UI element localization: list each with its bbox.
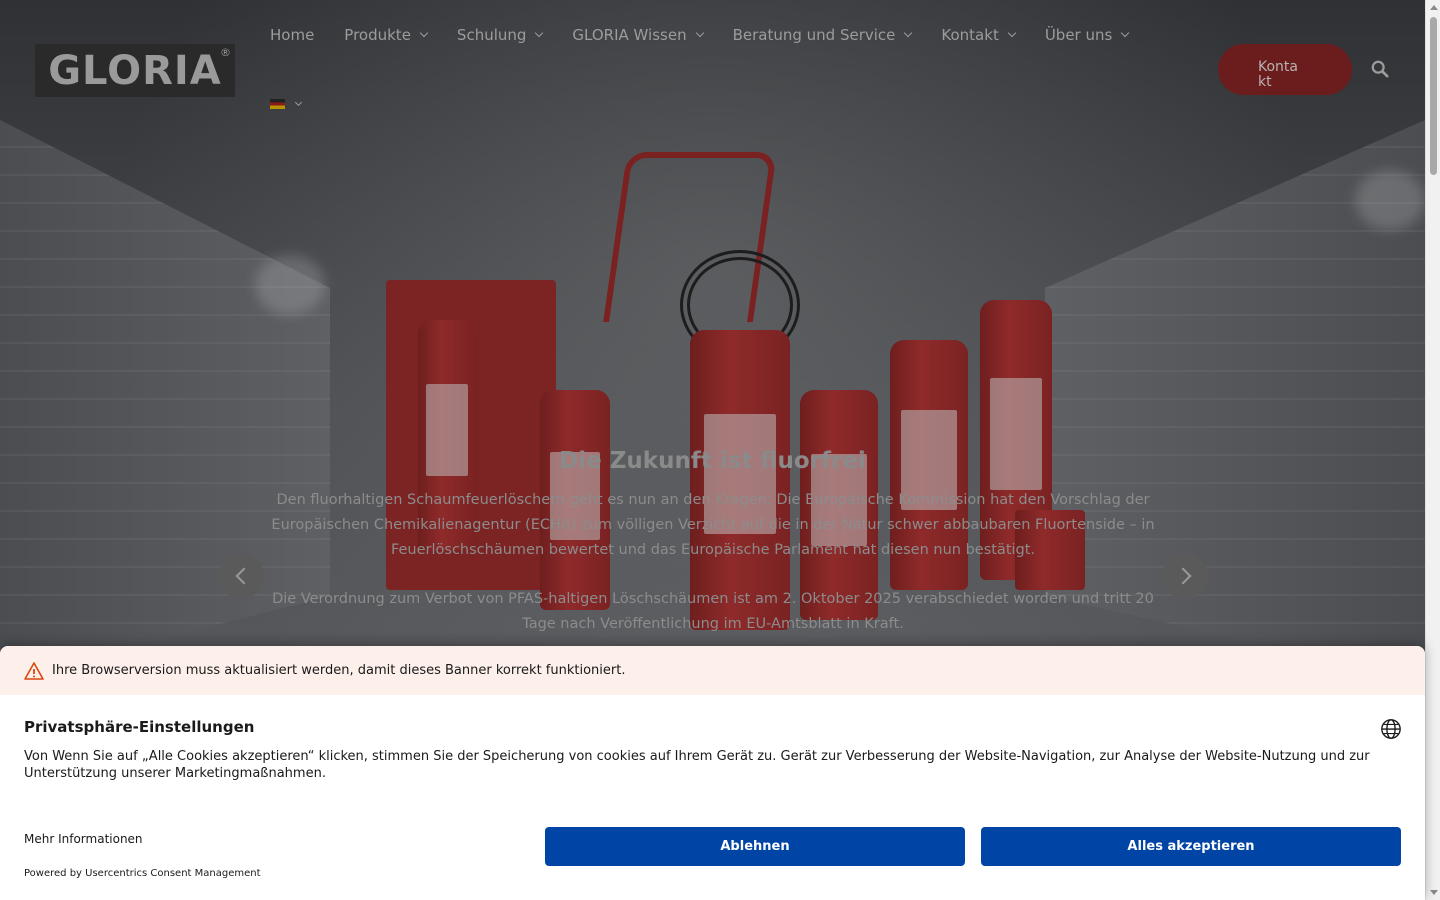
- registered-mark: ®: [220, 46, 231, 59]
- chevron-right-icon: [1174, 567, 1191, 585]
- chevron-down-icon: [419, 28, 429, 38]
- extinguisher-cart: [690, 330, 790, 630]
- warning-icon: [24, 661, 44, 680]
- logo-text: GLORIA: [48, 47, 222, 94]
- nav-label: Schulung: [456, 26, 527, 44]
- nav-item-ueber-uns[interactable]: Über uns: [1044, 22, 1130, 48]
- page-scrollbar[interactable]: [1425, 0, 1440, 900]
- browser-warning-text: Ihre Browserversion muss aktualisiert we…: [52, 663, 626, 678]
- nav-label: Kontakt: [941, 26, 999, 44]
- scroll-up-arrow-icon[interactable]: [1430, 5, 1438, 10]
- language-switcher[interactable]: [270, 98, 303, 109]
- cookie-consent-banner: Ihre Browserversion muss aktualisiert we…: [0, 646, 1425, 900]
- nav-item-home[interactable]: Home: [270, 22, 314, 48]
- nav-label: Home: [270, 26, 315, 44]
- kontakt-button[interactable]: Konta kt: [1218, 44, 1352, 95]
- slider-next-button[interactable]: [1162, 553, 1208, 599]
- chevron-down-icon: [294, 98, 303, 106]
- chevron-down-icon: [695, 28, 704, 38]
- slide-paragraph: Die Verordnung zum Verbot von PFAS-halti…: [272, 591, 1154, 632]
- chevron-down-icon: [904, 28, 913, 38]
- accept-all-button[interactable]: Alles akzeptieren: [981, 827, 1401, 866]
- nav-label: GLORIA Wissen: [572, 26, 687, 44]
- more-info-link[interactable]: Mehr Informationen: [24, 832, 143, 846]
- browser-warning-bar: Ihre Browserversion muss aktualisiert we…: [0, 646, 1425, 695]
- slider-prev-button[interactable]: [218, 553, 264, 599]
- powered-by-text: Powered by Usercentrics Consent Manageme…: [24, 868, 261, 879]
- nav-item-gloria-wissen[interactable]: GLORIA Wissen: [572, 22, 704, 48]
- gloria-logo[interactable]: GLORIA ®: [35, 44, 235, 97]
- page: GLORIA ® Home Produkte Schulung GLORIA W…: [0, 0, 1440, 900]
- main-navigation: Home Produkte Schulung GLORIA Wissen Ber…: [270, 22, 1158, 48]
- ceiling-light: [255, 255, 325, 315]
- nav-item-beratung[interactable]: Beratung und Service: [732, 22, 913, 48]
- ceiling-light: [1355, 170, 1425, 230]
- scrollbar-thumb[interactable]: [1430, 17, 1437, 175]
- chevron-down-icon: [1121, 28, 1130, 38]
- scroll-down-arrow-icon[interactable]: [1430, 890, 1438, 895]
- deny-button[interactable]: Ablehnen: [545, 827, 965, 866]
- nav-item-schulung[interactable]: Schulung: [456, 22, 544, 48]
- consent-description: Von Wenn Sie auf „Alle Cookies akzeptier…: [24, 749, 1370, 781]
- search-icon[interactable]: [1371, 60, 1389, 78]
- chevron-left-icon: [235, 567, 252, 585]
- nav-label: Beratung und Service: [732, 26, 896, 44]
- nav-item-kontakt[interactable]: Kontakt: [941, 22, 1017, 48]
- de-flag-icon: [270, 99, 285, 109]
- globe-language-icon[interactable]: [1380, 718, 1402, 740]
- chevron-down-icon: [535, 28, 544, 38]
- consent-title: Privatsphäre-Einstellungen: [24, 718, 255, 736]
- nav-item-produkte[interactable]: Produkte: [344, 22, 429, 48]
- chevron-down-icon: [1007, 28, 1017, 38]
- nav-label: Produkte: [344, 26, 411, 44]
- slide-paragraph: Den fluorhaltigen Schaumfeuerlöschern ge…: [271, 492, 1155, 558]
- slide-title: Die Zukunft ist fluorfrei: [559, 448, 866, 474]
- nav-label: Über uns: [1044, 26, 1113, 44]
